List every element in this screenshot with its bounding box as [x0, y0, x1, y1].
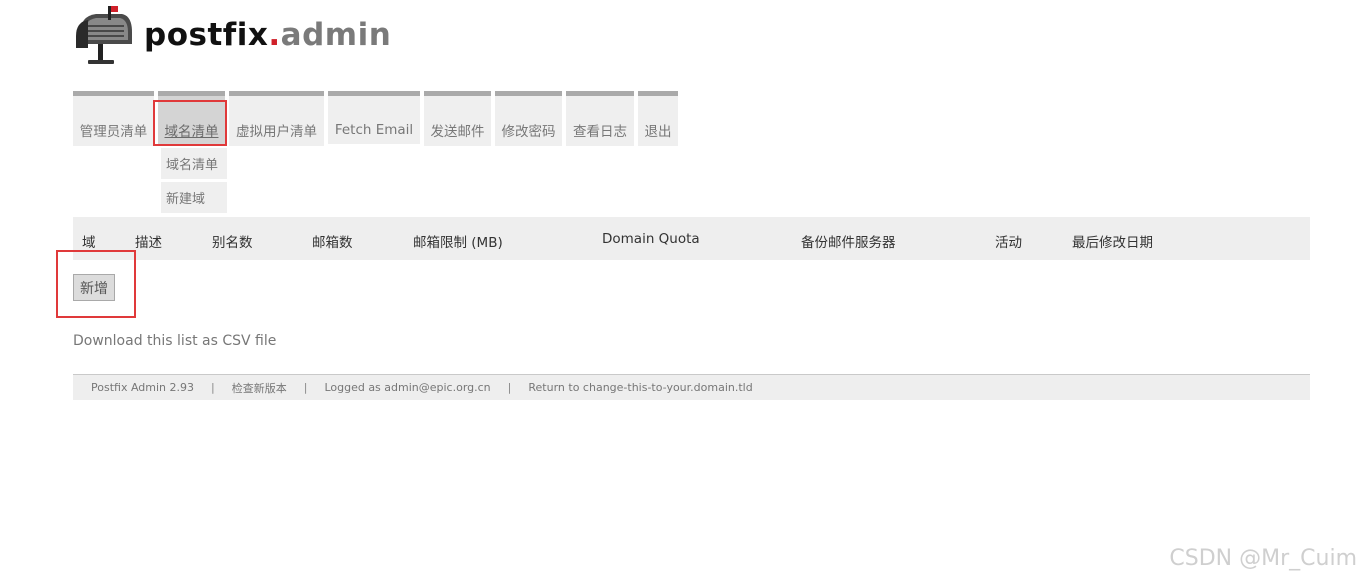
submenu-item-label: 新建域 — [166, 192, 206, 207]
column-header-domain[interactable]: 域 — [82, 231, 96, 251]
submenu-item-domain-list[interactable]: 域名清单 — [161, 148, 227, 179]
menu-item-label: 域名清单 — [164, 124, 219, 140]
column-header-backup-mx[interactable]: 备份邮件服务器 — [801, 231, 896, 251]
column-header-aliases[interactable]: 别名数 — [212, 231, 253, 251]
footer: Postfix Admin 2.93 | 检查新版本 | Logged as a… — [73, 374, 1310, 400]
menu-item-label: 退出 — [644, 124, 672, 140]
add-button-label: 新增 — [80, 280, 108, 297]
column-header-description[interactable]: 描述 — [135, 231, 162, 251]
add-domain-button[interactable]: 新增 — [73, 274, 115, 301]
menu-item-label: Fetch Email — [334, 122, 414, 138]
column-header-mailbox-quota[interactable]: 邮箱限制 (MB) — [413, 231, 503, 251]
download-csv-link[interactable]: Download this list as CSV file — [73, 333, 276, 349]
menu-item-change-password[interactable]: 修改密码 — [495, 91, 562, 146]
footer-version-link[interactable]: Postfix Admin 2.93 — [91, 381, 194, 394]
column-header-active[interactable]: 活动 — [995, 231, 1022, 251]
page: postfix.admin 管理员清单 域名清单 虚拟用户清单 Fetch Em… — [0, 0, 1363, 584]
menu-item-fetch-email[interactable]: Fetch Email — [328, 91, 420, 144]
footer-separator: | — [211, 381, 215, 394]
footer-check-update-link[interactable]: 检查新版本 — [232, 380, 287, 396]
menu-item-label: 发送邮件 — [430, 124, 485, 140]
menu-item-logout[interactable]: 退出 — [638, 91, 678, 146]
domain-table-header: 域 描述 别名数 邮箱数 邮箱限制 (MB) Domain Quota 备份邮件… — [73, 217, 1310, 260]
menu-item-domain-list[interactable]: 域名清单 — [158, 91, 225, 146]
menu-item-virtual-users[interactable]: 虚拟用户清单 — [229, 91, 324, 146]
mailbox-icon — [76, 6, 132, 64]
submenu-item-label: 域名清单 — [166, 158, 219, 173]
submenu-item-new-domain[interactable]: 新建域 — [161, 182, 227, 213]
footer-separator: | — [507, 381, 512, 394]
column-header-mailboxes[interactable]: 邮箱数 — [312, 231, 353, 251]
menu-item-label: 虚拟用户清单 — [236, 124, 317, 140]
menu-item-admin-list[interactable]: 管理员清单 — [73, 91, 154, 146]
menu-item-label: 修改密码 — [501, 124, 556, 140]
column-header-domain-quota[interactable]: Domain Quota — [602, 231, 700, 247]
logo-text: postfix.admin — [144, 16, 392, 53]
footer-separator: | — [303, 381, 308, 394]
postfix-admin-logo[interactable]: postfix.admin — [74, 4, 391, 66]
menu-item-label: 管理员清单 — [79, 124, 148, 140]
footer-return-link[interactable]: Return to change-this-to-your.domain.tld — [528, 381, 752, 394]
footer-logged-as: Logged as admin@epic.org.cn — [324, 381, 491, 394]
menu-item-view-log[interactable]: 查看日志 — [566, 91, 634, 146]
watermark: CSDN @Mr_Cuim — [1169, 546, 1357, 571]
menu-item-label: 查看日志 — [573, 124, 627, 140]
menu-item-send-mail[interactable]: 发送邮件 — [424, 91, 491, 146]
column-header-last-modified[interactable]: 最后修改日期 — [1072, 231, 1153, 251]
